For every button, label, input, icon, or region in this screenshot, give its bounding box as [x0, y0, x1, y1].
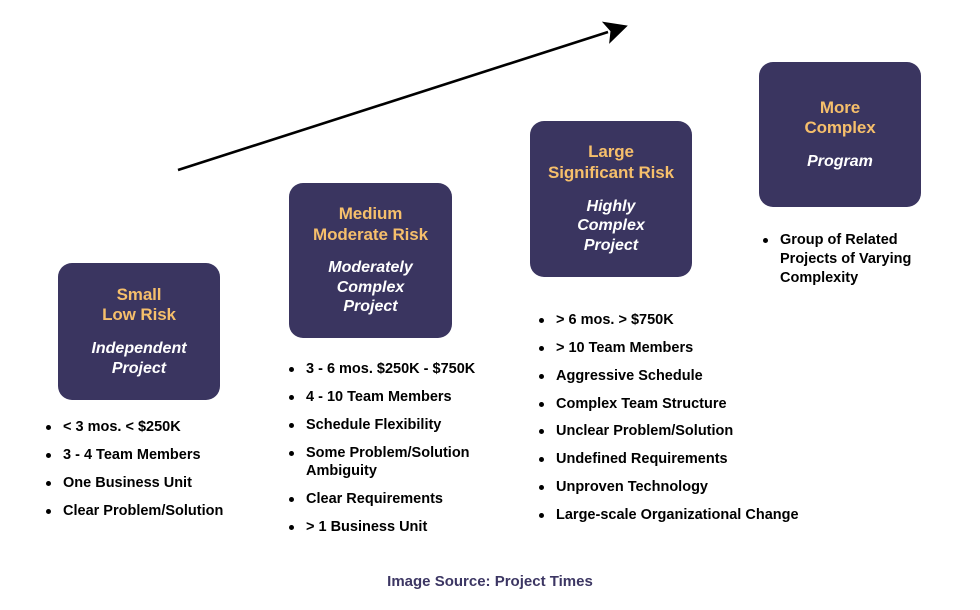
bullet-text: Aggressive Schedule — [556, 367, 703, 384]
bullet-text: > 6 mos. > $750K — [556, 312, 674, 328]
bullet-text: Undefined Requirements — [556, 451, 728, 468]
list-item: One Business Unit — [40, 474, 290, 493]
bullet-text: Unproven Technology — [556, 479, 708, 496]
bullet-text: < 3 mos. < $250K — [63, 419, 181, 435]
bullet-text: Clear Requirements — [306, 491, 443, 508]
list-item: 4 - 10 Team Members — [283, 388, 533, 407]
list-item: Unclear Problem/Solution — [533, 422, 863, 441]
bullet-text: One Business Unit — [63, 474, 192, 491]
bullet-text: 3 - 6 mos. $250K - $750K — [306, 361, 476, 377]
bullet-text: Unclear Problem/Solution — [556, 423, 734, 440]
bullet-list-large: > 6 mos. > $750K > 10 Team Members Aggre… — [533, 311, 863, 534]
bullet-text: 4 - 10 Team Members — [306, 388, 452, 405]
bullet-list-small: < 3 mos. < $250K 3 - 4 Team Members One … — [40, 418, 290, 529]
list-item: < 3 mos. < $250K — [40, 418, 290, 437]
bullet-text: Complex Team Structure — [556, 395, 727, 412]
list-item: Undefined Requirements — [533, 450, 863, 469]
stage-title-program: More Complex — [804, 97, 876, 138]
list-item: Complex Team Structure — [533, 395, 863, 414]
list-item: Large-scale Organizational Change — [533, 506, 863, 525]
list-item: Clear Requirements — [283, 490, 533, 509]
list-item: Aggressive Schedule — [533, 367, 863, 386]
list-item: 3 - 4 Team Members — [40, 446, 290, 465]
list-item: Schedule Flexibility — [283, 416, 533, 435]
list-item: > 10 Team Members — [533, 339, 863, 358]
stage-subtitle-small: Independent Project — [91, 340, 187, 377]
stage-box-small[interactable]: Small Low Risk Independent Project — [58, 263, 220, 400]
list-item: Clear Problem/Solution — [40, 502, 290, 521]
bullet-text: Group of Related Projects of Varying Com… — [780, 232, 912, 286]
stage-box-large[interactable]: Large Significant Risk Highly Complex Pr… — [530, 121, 692, 277]
stage-subtitle-program: Program — [807, 152, 873, 170]
bullet-text: Clear Problem/Solution — [63, 502, 224, 519]
list-item: > 1 Business Unit — [283, 518, 533, 537]
stage-title-large: Large Significant Risk — [548, 142, 674, 183]
stage-subtitle-large: Highly Complex Project — [577, 197, 645, 254]
list-item: Group of Related Projects of Varying Com… — [757, 231, 957, 288]
bullet-text: 3 - 4 Team Members — [63, 446, 201, 463]
stage-box-medium[interactable]: Medium Moderate Risk Moderately Complex … — [289, 183, 452, 338]
list-item: 3 - 6 mos. $250K - $750K — [283, 360, 533, 379]
list-item: > 6 mos. > $750K — [533, 311, 863, 330]
list-item: Unproven Technology — [533, 478, 863, 497]
source-caption: Image Source: Project Times — [387, 573, 593, 590]
bullet-text: Some Problem/Solution Ambiguity — [306, 444, 470, 480]
stage-title-small: Small Low Risk — [102, 284, 176, 325]
bullet-text: Schedule Flexibility — [306, 416, 442, 433]
bullet-list-program: Group of Related Projects of Varying Com… — [757, 231, 957, 297]
bullet-list-medium: 3 - 6 mos. $250K - $750K 4 - 10 Team Mem… — [283, 360, 533, 546]
stage-title-medium: Medium Moderate Risk — [313, 203, 428, 244]
diagram-canvas: Small Low Risk Independent Project < 3 m… — [0, 0, 980, 610]
stage-box-program[interactable]: More Complex Program — [759, 62, 921, 207]
list-item: Some Problem/Solution Ambiguity — [283, 444, 533, 482]
bullet-text: > 10 Team Members — [556, 339, 694, 356]
stage-subtitle-medium: Moderately Complex Project — [328, 259, 413, 316]
bullet-text: Large-scale Organizational Change — [556, 506, 799, 523]
bullet-text: > 1 Business Unit — [306, 519, 428, 536]
